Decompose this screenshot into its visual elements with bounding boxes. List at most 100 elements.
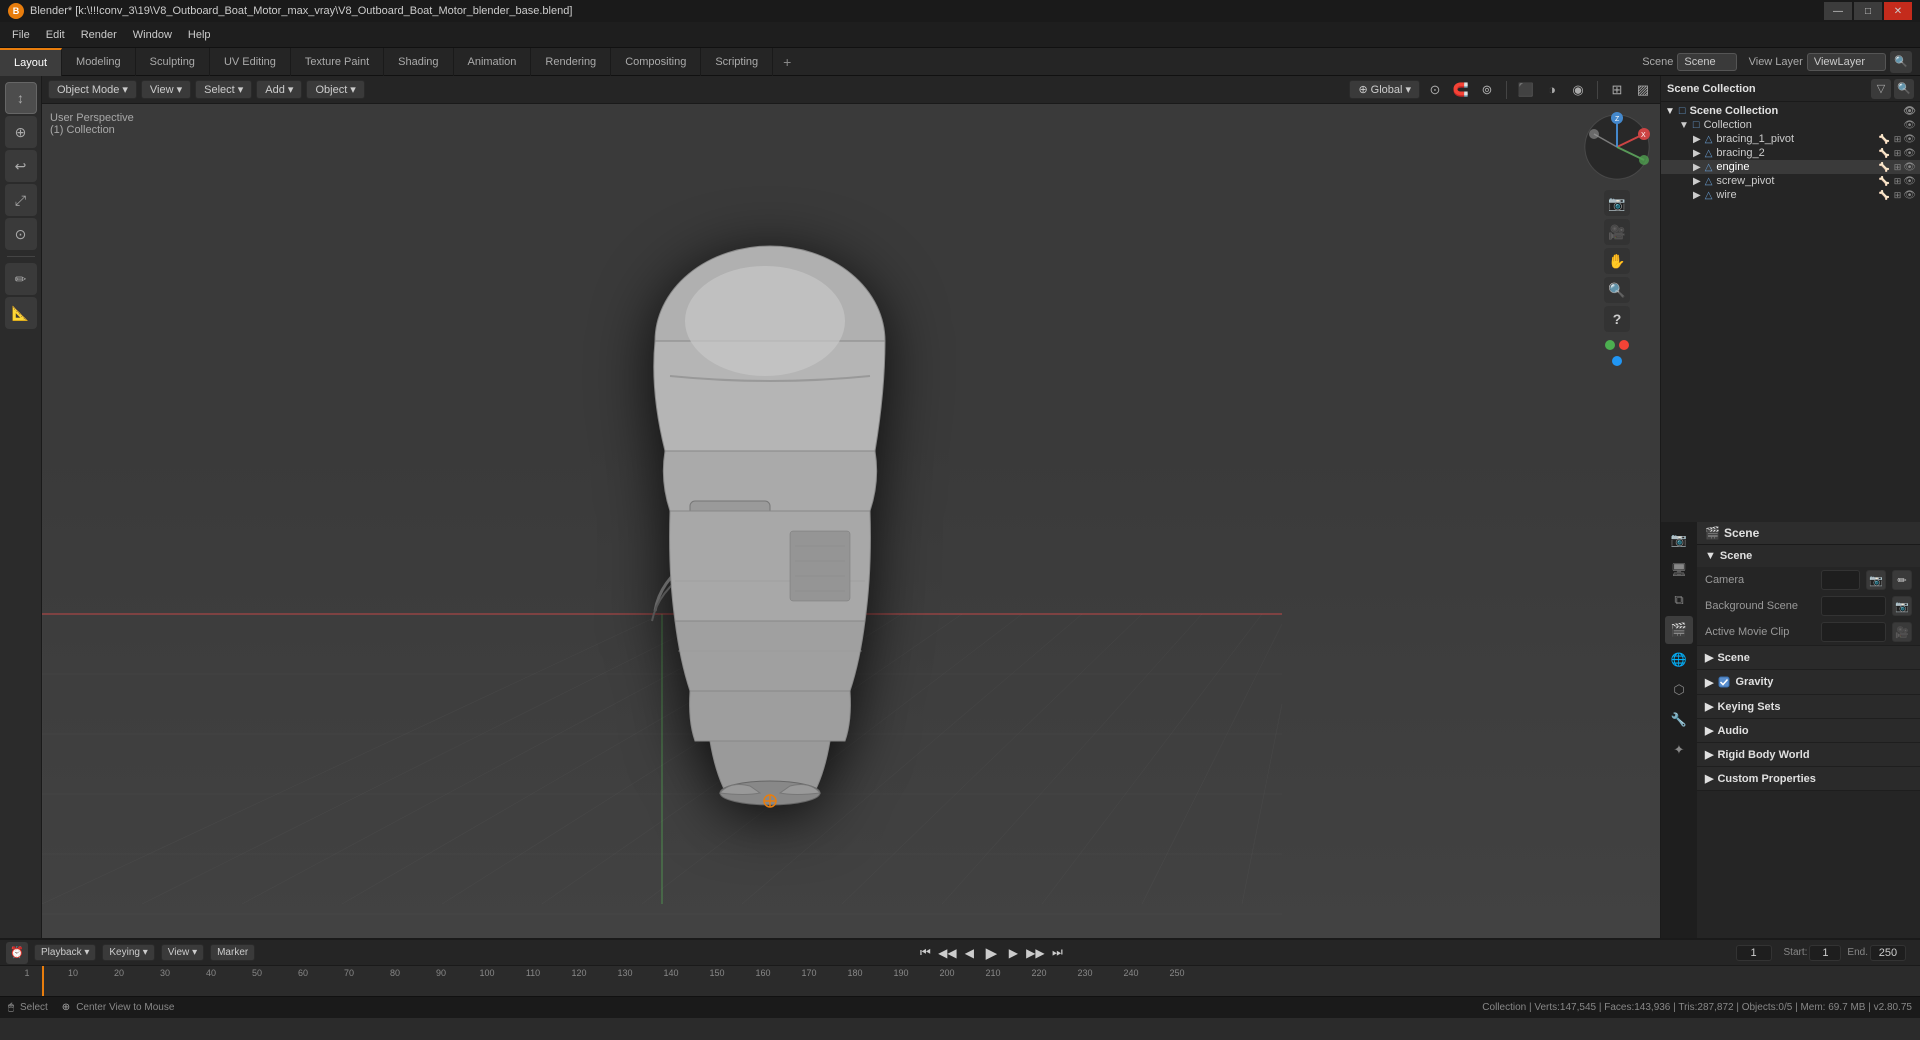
jump-end-button[interactable]: ⏭ [1047, 943, 1067, 963]
custom-props-section-header[interactable]: ▶ Custom Properties [1697, 767, 1920, 790]
minimize-button[interactable]: — [1824, 2, 1852, 20]
menu-edit[interactable]: Edit [38, 26, 73, 44]
pivot-icon[interactable]: ⊙ [1424, 79, 1446, 101]
move-tool[interactable]: ⊕ [5, 116, 37, 148]
tab-uv-editing[interactable]: UV Editing [210, 48, 291, 76]
search-icon[interactable]: 🔍 [1890, 51, 1912, 73]
gravity-checkbox[interactable] [1717, 675, 1731, 689]
rigid-body-section-header[interactable]: ▶ Rigid Body World [1697, 743, 1920, 766]
pan-icon[interactable]: ✋ [1604, 248, 1630, 274]
world-props-icon[interactable]: 🌐 [1665, 646, 1693, 674]
vis-icon-bracing2[interactable]: 👁 [1903, 148, 1916, 159]
camera-pick-btn[interactable]: 📷 [1866, 570, 1886, 590]
step-forward-button[interactable]: ▶ [1003, 943, 1023, 963]
tab-modeling[interactable]: Modeling [62, 48, 136, 76]
add-menu[interactable]: Add ▾ [256, 80, 302, 99]
mode-selector[interactable]: Object Mode ▾ [48, 80, 137, 99]
annotate-tool[interactable]: ✏ [5, 263, 37, 295]
movie-clip-value[interactable] [1821, 622, 1886, 642]
prev-keyframe-button[interactable]: ◀◀ [937, 943, 957, 963]
step-back-button[interactable]: ◀ [959, 943, 979, 963]
scene-selector[interactable]: Scene [1677, 53, 1736, 71]
outliner-item-bracing2[interactable]: ▶ △ bracing_2 🦴 ⊞ 👁 [1661, 146, 1920, 160]
particles-props-icon[interactable]: ✦ [1665, 736, 1693, 764]
help-icon[interactable]: ? [1604, 306, 1630, 332]
vis-icon-bracing1[interactable]: 👁 [1903, 134, 1916, 145]
snap-icon[interactable]: 🧲 [1450, 79, 1472, 101]
outliner-item-engine[interactable]: ▶ △ engine 🦴 ⊞ 👁 [1661, 160, 1920, 174]
select-menu[interactable]: Select ▾ [195, 80, 252, 99]
play-button[interactable]: ▶ [981, 943, 1001, 963]
next-keyframe-button[interactable]: ▶▶ [1025, 943, 1045, 963]
tab-scripting[interactable]: Scripting [701, 48, 773, 76]
bg-scene-value[interactable] [1821, 596, 1886, 616]
proportional-icon[interactable]: ⊚ [1476, 79, 1498, 101]
xray-icon[interactable]: ▨ [1632, 79, 1654, 101]
menu-render[interactable]: Render [73, 26, 125, 44]
material-preview-icon[interactable]: ◑ [1541, 79, 1563, 101]
3d-viewport[interactable]: User Perspective (1) Collection X [42, 104, 1660, 938]
vis-icon-scene[interactable]: 👁 [1903, 106, 1916, 117]
rotate-tool[interactable]: ↩ [5, 150, 37, 182]
measure-tool[interactable]: 📐 [5, 297, 37, 329]
movie-clip-pick-btn[interactable]: 🎥 [1892, 622, 1912, 642]
object-props-icon[interactable]: ⬡ [1665, 676, 1693, 704]
outliner-item-scene-collection[interactable]: ▼ □ Scene Collection 👁 [1661, 104, 1920, 118]
timeline-clock-icon[interactable]: ⏰ [6, 942, 28, 964]
tab-shading[interactable]: Shading [384, 48, 453, 76]
overlay-icon[interactable]: ⊞ [1606, 79, 1628, 101]
orientation-gizmo[interactable]: X Z [1582, 112, 1652, 182]
tab-rendering[interactable]: Rendering [531, 48, 611, 76]
vis-icon-screw[interactable]: 👁 [1903, 176, 1916, 187]
vis-icon-engine[interactable]: 👁 [1903, 162, 1916, 173]
units-section-header[interactable]: ▶ Scene [1697, 646, 1920, 669]
outliner-item-screw[interactable]: ▶ △ screw_pivot 🦴 ⊞ 👁 [1661, 174, 1920, 188]
outliner-item-wire[interactable]: ▶ △ wire 🦴 ⊞ 👁 [1661, 188, 1920, 202]
scene-section-header[interactable]: ▼ Scene [1697, 545, 1920, 567]
outliner-item-bracing1[interactable]: ▶ △ bracing_1_pivot 🦴 ⊞ 👁 [1661, 132, 1920, 146]
tab-layout[interactable]: Layout [0, 48, 62, 76]
camera-edit-btn[interactable]: ✏ [1892, 570, 1912, 590]
gravity-section-header[interactable]: ▶ Gravity [1697, 670, 1920, 694]
marker-menu[interactable]: Marker [210, 944, 255, 961]
end-frame-input[interactable]: 250 [1870, 945, 1906, 961]
audio-section-header[interactable]: ▶ Audio [1697, 719, 1920, 742]
camera-view-icon[interactable]: 📷 [1604, 190, 1630, 216]
outliner-item-collection[interactable]: ▼ □ Collection 👁 [1661, 118, 1920, 132]
scene-props-icon[interactable]: 🎬 [1665, 616, 1693, 644]
object-menu[interactable]: Object ▾ [306, 80, 364, 99]
menu-window[interactable]: Window [125, 26, 180, 44]
maximize-button[interactable]: □ [1854, 2, 1882, 20]
tab-animation[interactable]: Animation [454, 48, 532, 76]
add-workspace-button[interactable]: + [773, 50, 801, 74]
render-props-icon[interactable]: 📷 [1665, 526, 1693, 554]
global-orientation[interactable]: ⊕ Global ▾ [1349, 80, 1420, 99]
modifier-props-icon[interactable]: 🔧 [1665, 706, 1693, 734]
tab-compositing[interactable]: Compositing [611, 48, 701, 76]
bg-scene-pick-btn[interactable]: 📷 [1892, 596, 1912, 616]
outliner-filter-icon[interactable]: ▽ [1871, 79, 1891, 99]
jump-start-button[interactable]: ⏮ [915, 943, 935, 963]
view-layer-selector[interactable]: ViewLayer [1807, 53, 1886, 71]
start-frame-input[interactable]: 1 [1809, 945, 1841, 961]
tab-texture-paint[interactable]: Texture Paint [291, 48, 384, 76]
scale-tool[interactable]: ⤢ [5, 184, 37, 216]
playback-menu[interactable]: Playback ▾ [34, 944, 96, 961]
view-layer-props-icon[interactable]: ⧉ [1665, 586, 1693, 614]
transform-tool[interactable]: ⊙ [5, 218, 37, 250]
timeline-ruler[interactable]: 1 10 20 30 40 50 60 70 80 90 100 110 120… [0, 966, 1920, 996]
rendered-icon[interactable]: ◉ [1567, 79, 1589, 101]
menu-help[interactable]: Help [180, 26, 219, 44]
tab-sculpting[interactable]: Sculpting [136, 48, 210, 76]
camera-value[interactable] [1821, 570, 1860, 590]
vis-icon-wire[interactable]: 👁 [1903, 190, 1916, 201]
view-menu[interactable]: View ▾ [141, 80, 191, 99]
solid-shading-icon[interactable]: ⬛ [1515, 79, 1537, 101]
outliner-search-icon[interactable]: 🔍 [1894, 79, 1914, 99]
render-icon[interactable]: 🎥 [1604, 219, 1630, 245]
view-menu-timeline[interactable]: View ▾ [161, 944, 204, 961]
menu-file[interactable]: File [4, 26, 38, 44]
current-frame-input[interactable]: 1 [1736, 945, 1772, 961]
keying-section-header[interactable]: ▶ Keying Sets [1697, 695, 1920, 718]
keying-menu[interactable]: Keying ▾ [102, 944, 154, 961]
